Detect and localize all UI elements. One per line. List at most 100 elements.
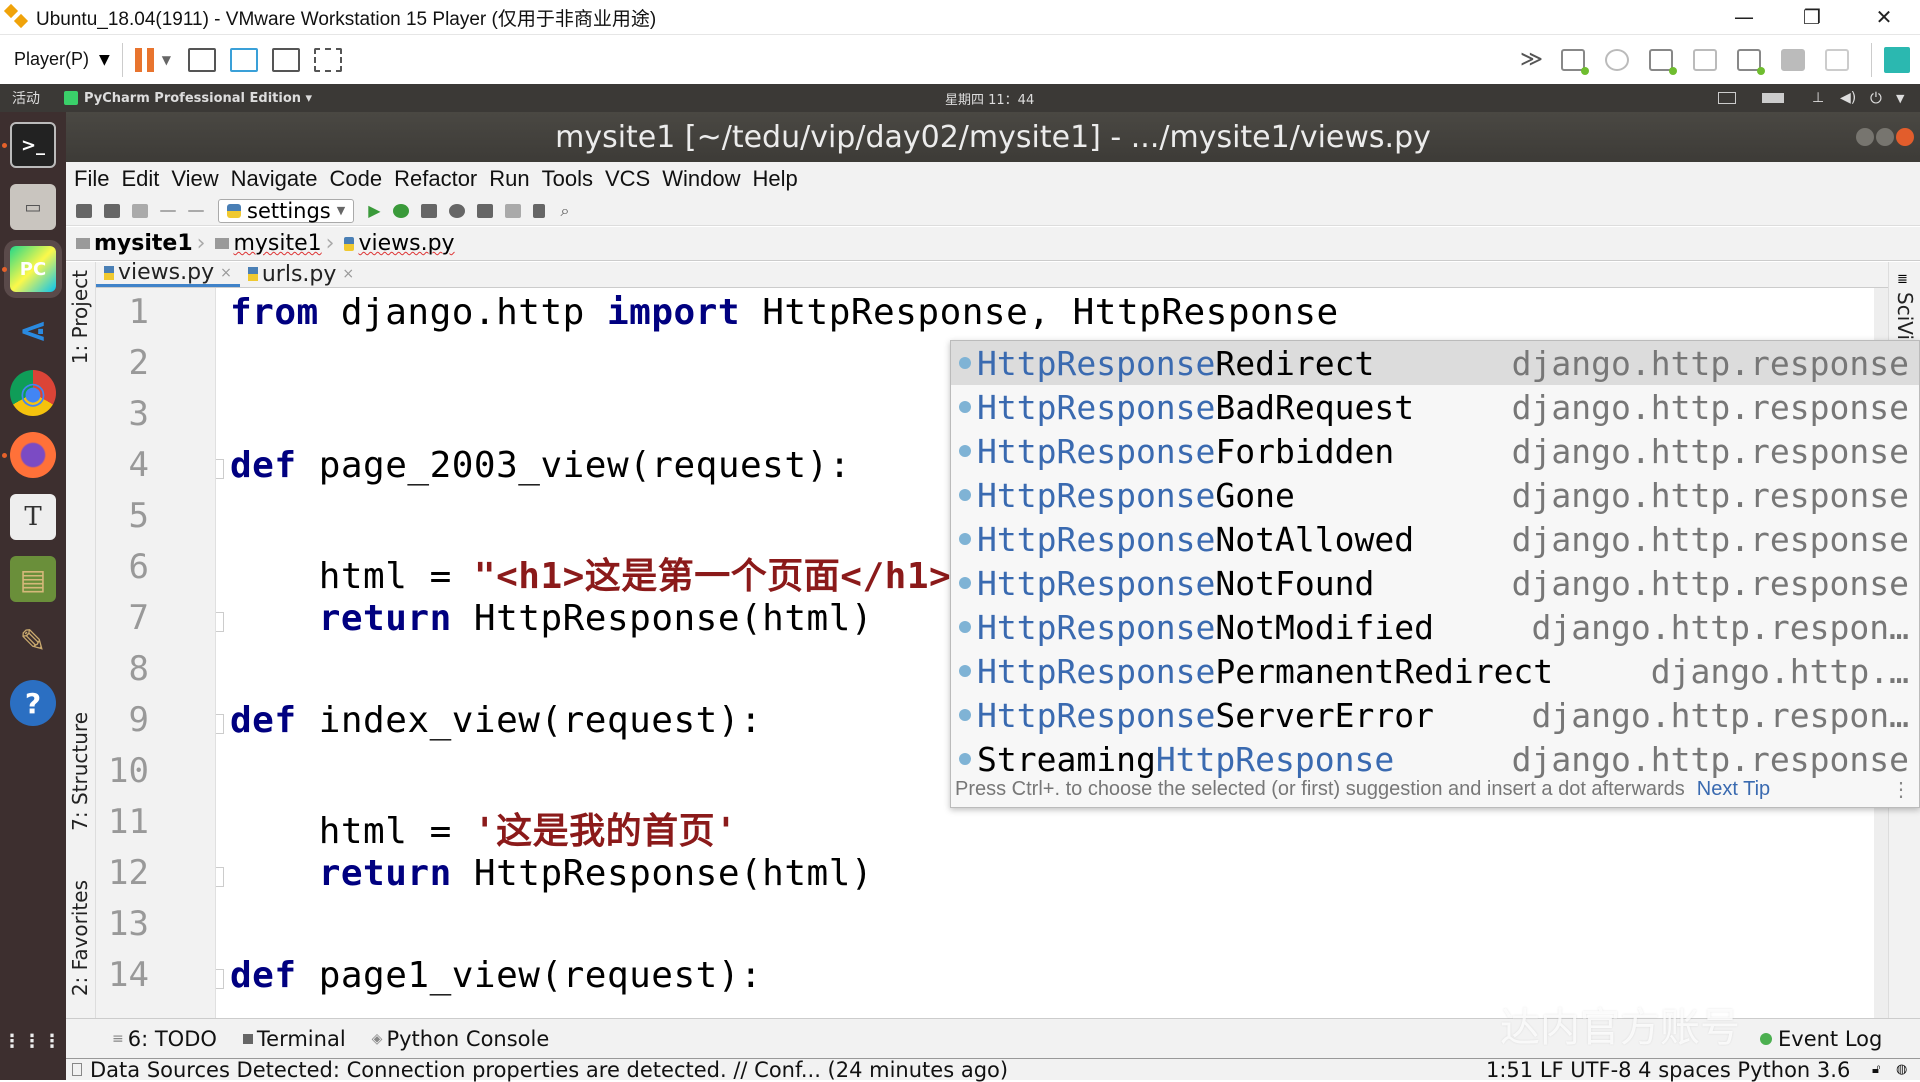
event-log-tool-tab[interactable]: Event Log	[1778, 1027, 1882, 1051]
audio-icon[interactable]	[1825, 48, 1849, 71]
breadcrumb-package[interactable]: mysite1	[215, 231, 322, 256]
project-tool-tab[interactable]: 1: Project	[68, 270, 92, 364]
network-icon[interactable]: ⊥	[1812, 90, 1824, 106]
more-devices-icon[interactable]: ≫	[1520, 47, 1543, 72]
player-menu-dropdown-icon[interactable]: ▼	[99, 52, 110, 68]
player-menu[interactable]: Player(P)	[14, 49, 89, 70]
lock-icon[interactable]: 🔓︎	[1872, 1062, 1880, 1077]
status-info[interactable]: 1:51 LF UTF-8 4 spaces Python 3.6	[1486, 1058, 1850, 1082]
completion-item[interactable]: HttpResponse BadRequest django.http.respon…	[951, 385, 1919, 429]
printer-icon[interactable]	[1693, 48, 1717, 71]
pause-vm-button[interactable]	[134, 47, 154, 72]
save-all-icon[interactable]	[104, 203, 120, 218]
exit-unity-icon[interactable]	[314, 47, 343, 72]
concurrency-icon[interactable]	[476, 203, 493, 218]
notification-icon[interactable]	[72, 1063, 82, 1076]
fold-marker-icon[interactable]	[216, 612, 224, 632]
close-button[interactable]: ✕	[1856, 0, 1912, 34]
system-menu-dropdown-icon[interactable]: ▼	[1896, 92, 1904, 105]
completion-item[interactable]: HttpResponse NotAllowed django.http.respon…	[951, 517, 1919, 561]
sync-icon[interactable]	[132, 203, 148, 218]
completion-item[interactable]: HttpResponse NotModified django.http.respo…	[951, 605, 1919, 649]
tab-urls-py[interactable]: urls.py ×	[240, 261, 362, 287]
menu-code[interactable]: Code	[330, 166, 383, 192]
menu-window[interactable]: Window	[662, 166, 740, 192]
forward-icon[interactable]	[188, 209, 204, 212]
volume-icon[interactable]: ◀)	[1840, 90, 1856, 106]
more-options-icon[interactable]: ⋮	[1891, 777, 1911, 802]
python-console-tool-tab[interactable]: Python Console	[386, 1027, 549, 1051]
completion-item[interactable]: HttpResponse NotFound django.http.response	[951, 561, 1919, 605]
structure-tool-tab[interactable]: 7: Structure	[68, 712, 92, 831]
menu-run[interactable]: Run	[489, 166, 529, 192]
show-applications-icon[interactable]: ⋮⋮⋮	[3, 1018, 61, 1064]
fold-marker-icon[interactable]	[216, 459, 224, 479]
window-minimize-button[interactable]	[1856, 128, 1874, 146]
chrome-dock-icon[interactable]: ◉	[10, 370, 56, 416]
sound-card-icon[interactable]	[1737, 48, 1765, 75]
network-adapter-icon[interactable]	[1649, 48, 1677, 75]
pause-dropdown-icon[interactable]: ▼	[162, 53, 171, 67]
completion-item[interactable]: HttpResponse Forbidden django.http.respons…	[951, 429, 1919, 473]
next-tip-link[interactable]: Next Tip	[1697, 778, 1770, 801]
firefox-dock-icon[interactable]: ◕	[10, 432, 56, 478]
window-close-button[interactable]	[1896, 128, 1914, 146]
settings-wrench-icon[interactable]	[532, 203, 545, 218]
completion-item[interactable]: HttpResponse PermanentRedirect django.http…	[951, 649, 1919, 693]
breadcrumb-project[interactable]: mysite1	[76, 231, 193, 256]
inspector-icon[interactable]: ◍	[1896, 1062, 1907, 1077]
cd-dvd-icon[interactable]	[1605, 48, 1629, 71]
keyboard-icon[interactable]	[1718, 92, 1736, 104]
restore-button[interactable]: ❐	[1784, 0, 1840, 34]
activities-button[interactable]: 活动	[12, 88, 40, 108]
menu-edit[interactable]: Edit	[121, 166, 159, 192]
search-icon[interactable]: ⌕	[561, 201, 570, 221]
app-menu[interactable]: PyCharm Professional Edition ▾	[84, 91, 312, 106]
usb-device-icon[interactable]	[1781, 48, 1805, 71]
favorites-tool-tab[interactable]: 2: Favorites	[68, 880, 92, 996]
vscode-dock-icon[interactable]: ⋖	[10, 308, 56, 354]
typora-dock-icon[interactable]: T	[10, 494, 56, 540]
menu-file[interactable]: File	[74, 166, 109, 192]
todo-tool-tab[interactable]: 6: TODO	[128, 1027, 217, 1051]
menu-vcs[interactable]: VCS	[605, 166, 650, 192]
message-log-icon[interactable]	[1884, 46, 1910, 73]
books-dock-icon[interactable]: ▤	[10, 556, 56, 602]
close-tab-icon[interactable]: ×	[342, 266, 354, 282]
menu-tools[interactable]: Tools	[542, 166, 593, 192]
send-ctrl-alt-del-icon[interactable]	[188, 47, 217, 72]
profile-icon[interactable]	[448, 203, 465, 218]
run-coverage-icon[interactable]	[420, 203, 437, 218]
pycharm-dock-icon[interactable]: PC	[10, 246, 56, 292]
paint-dock-icon[interactable]: ✎	[10, 618, 56, 664]
stop-icon[interactable]	[504, 203, 521, 218]
menu-refactor[interactable]: Refactor	[394, 166, 477, 192]
input-method-icon[interactable]	[1762, 93, 1784, 103]
menu-help[interactable]: Help	[752, 166, 797, 192]
fold-marker-icon[interactable]	[216, 714, 224, 734]
fullscreen-icon[interactable]	[272, 47, 301, 72]
close-tab-icon[interactable]: ×	[220, 265, 232, 281]
completion-item[interactable]: HttpResponse Gone django.http.response	[951, 473, 1919, 517]
menu-navigate[interactable]: Navigate	[231, 166, 318, 192]
terminal-dock-icon[interactable]: >_	[10, 122, 56, 168]
fold-marker-icon[interactable]	[216, 969, 224, 989]
completion-item[interactable]: HttpResponse ServerError django.http.respo…	[951, 693, 1919, 737]
clock[interactable]: 星期四 11：44	[945, 89, 1034, 108]
completion-item[interactable]: HttpResponse Redirect django.http.response	[951, 341, 1919, 385]
back-icon[interactable]	[160, 209, 176, 212]
files-dock-icon[interactable]: ▭	[10, 184, 56, 230]
status-message[interactable]: Data Sources Detected: Connection proper…	[90, 1058, 1008, 1082]
power-icon[interactable]: ⏻	[1870, 89, 1882, 107]
debug-icon[interactable]	[392, 203, 409, 218]
run-icon[interactable]: ▶	[368, 201, 380, 220]
run-configuration-select[interactable]: settings ▼	[218, 198, 355, 223]
hard-disk-icon[interactable]	[1561, 48, 1589, 75]
menu-view[interactable]: View	[171, 166, 218, 192]
window-maximize-button[interactable]	[1876, 128, 1894, 146]
fold-marker-icon[interactable]	[216, 867, 224, 887]
breadcrumb-file[interactable]: views.py	[344, 231, 455, 256]
terminal-tool-tab[interactable]: Terminal	[257, 1027, 346, 1051]
unity-icon[interactable]	[230, 47, 259, 72]
help-dock-icon[interactable]: ?	[10, 680, 56, 726]
